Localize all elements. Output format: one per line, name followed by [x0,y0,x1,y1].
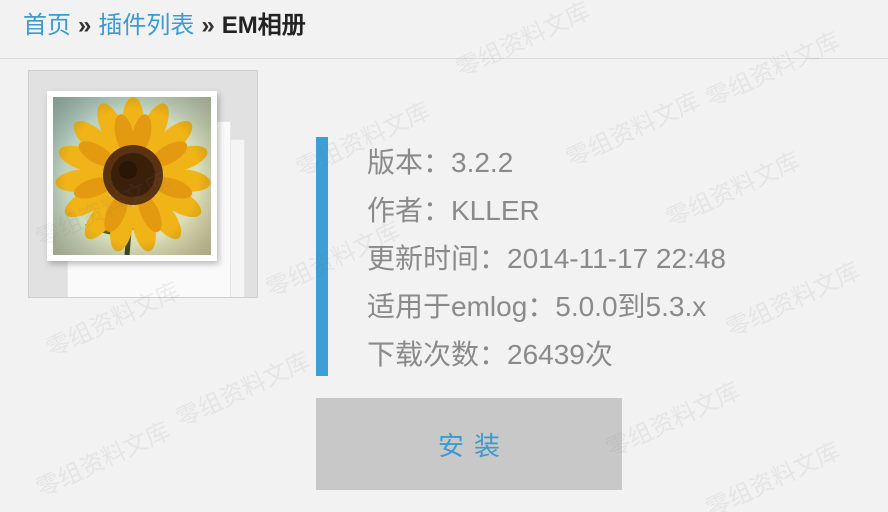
breadcrumb-current-page: EM相册 [221,12,306,39]
watermark-text: 零组资料文库 [451,0,595,83]
watermark-text: 零组资料文库 [721,256,865,343]
install-button[interactable]: 安装 [316,398,622,490]
sunflower-photo-icon [47,91,217,261]
plugin-author: 作者：KLLER [367,195,540,226]
watermark-text: 零组资料文库 [701,26,845,113]
sunflower-image [53,97,211,255]
plugin-info-list: 版本：3.2.2 作者：KLLER 更新时间：2014-11-17 22:48 … [367,139,726,379]
breadcrumb-home-link[interactable]: 首页 [23,8,71,44]
plugin-version: 版本：3.2.2 [367,147,514,178]
breadcrumb: 首页 » 插件列表 » EM相册 [23,8,306,44]
watermark-text: 零组资料文库 [701,436,845,512]
breadcrumb-separator: » [78,12,92,39]
plugin-icon [28,70,258,298]
header-divider [0,58,888,59]
info-accent-bar [316,137,328,376]
plugin-updated-time: 更新时间：2014-11-17 22:48 [367,243,726,274]
breadcrumb-separator: » [201,12,215,39]
watermark-text: 零组资料文库 [31,416,175,503]
plugin-download-count: 下载次数：26439次 [367,339,613,370]
plugin-compatibility: 适用于emlog：5.0.0到5.3.x [367,291,707,322]
breadcrumb-plugin-list-link[interactable]: 插件列表 [98,8,194,44]
watermark-text: 零组资料文库 [171,346,315,433]
